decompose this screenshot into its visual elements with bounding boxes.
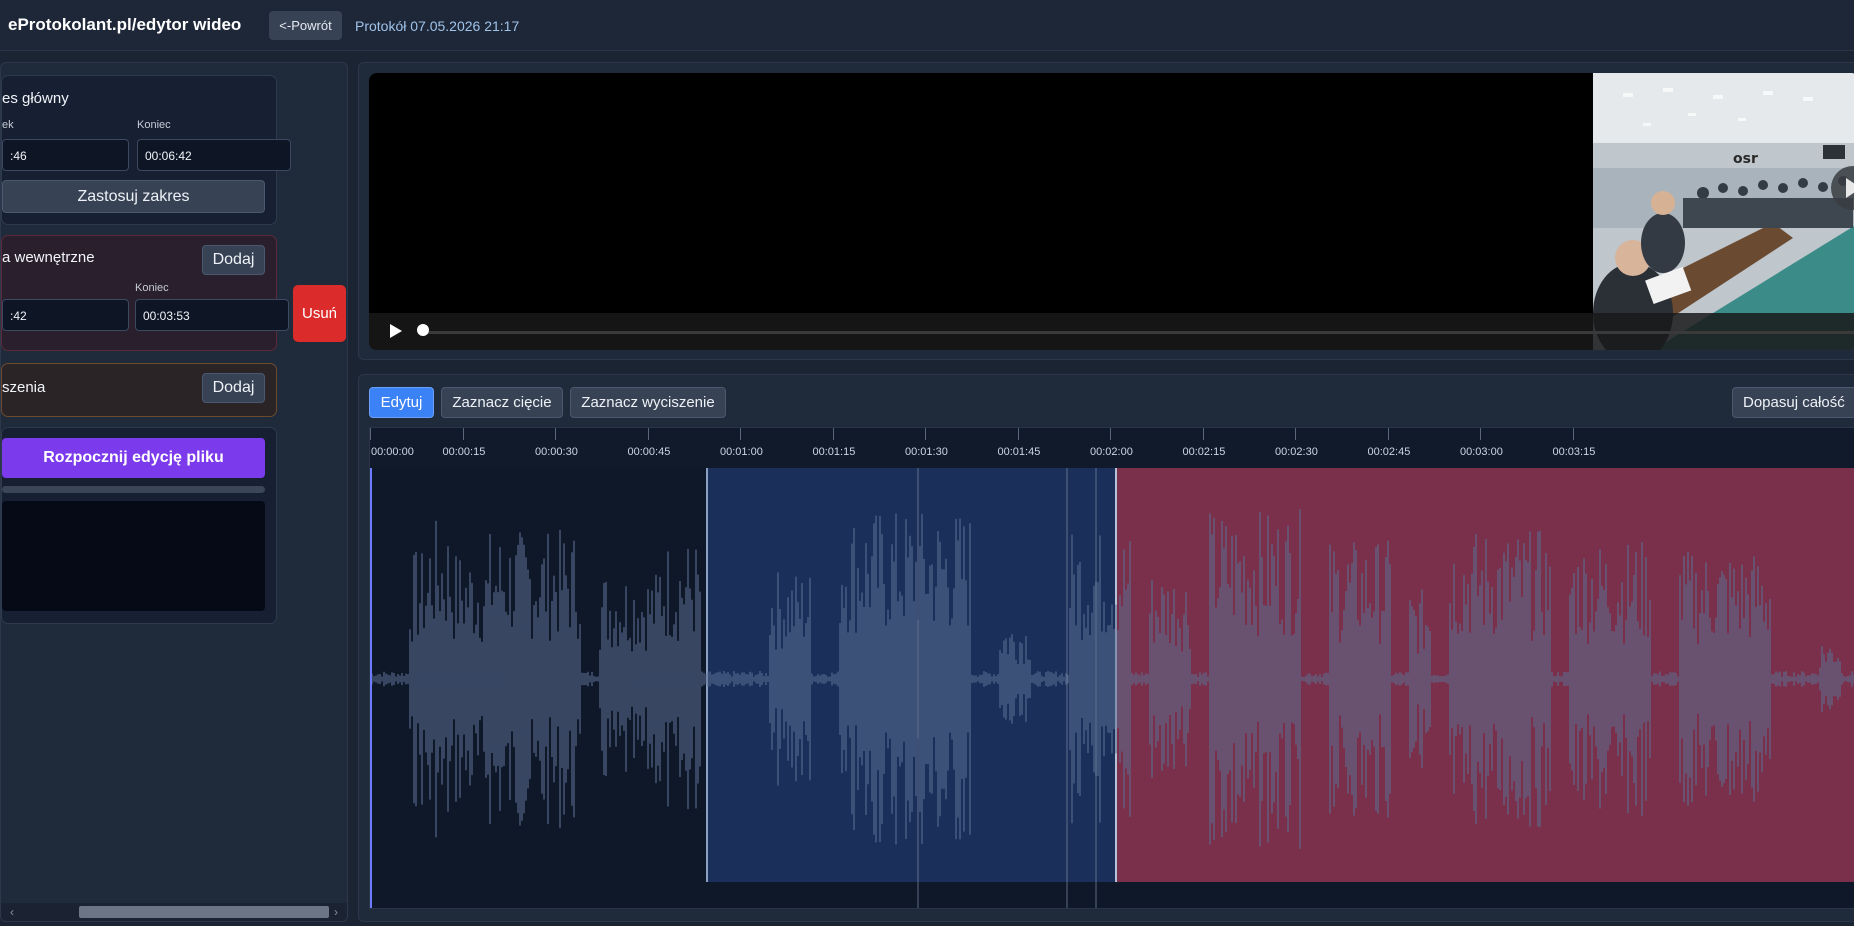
ruler-tick — [740, 428, 741, 440]
inner-cuts-title: a wewnętrzne — [2, 249, 95, 266]
main-range-title: es główny — [2, 90, 69, 107]
silences-card: szenia Dodaj — [1, 363, 277, 417]
seek-handle[interactable] — [417, 324, 429, 336]
video-player[interactable]: osr — [369, 73, 1854, 350]
ruler-tick — [1480, 428, 1481, 440]
playhead[interactable] — [370, 468, 372, 908]
ruler-tick — [925, 428, 926, 440]
add-cut-button[interactable]: Dodaj — [202, 245, 265, 275]
edit-progress-bar — [2, 486, 265, 493]
svg-text:osr: osr — [1733, 151, 1758, 167]
ruler-tick — [1017, 428, 1019, 440]
end-label: Koniec — [137, 119, 171, 131]
time-ruler[interactable]: 00:00:00 00:00:15 00:00:30 00:00:45 00:01:00… — [370, 428, 1854, 468]
fit-all-button[interactable]: Dopasuj całość — [1732, 387, 1854, 418]
ruler-tick — [462, 428, 464, 440]
ruler-tick-label: 00:02:45 — [1367, 446, 1411, 458]
top-bar: eProtokolant.pl/edytor wideo <-Powrót Pr… — [0, 0, 1854, 51]
ruler-tick-label: 00:02:00 — [1090, 446, 1133, 458]
video-panel: osr — [358, 62, 1854, 360]
ruler-tick-label: 00:03:00 — [1460, 446, 1503, 458]
inner-cuts-card: a wewnętrzne Dodaj Koniec :42 00:03:53 — [1, 235, 289, 351]
cut-end-input[interactable]: 00:03:53 — [135, 299, 289, 331]
ruler-tick-label: 00:00:00 — [371, 446, 414, 458]
start-edit-button[interactable]: Rozpocznij edycję pliku — [2, 438, 265, 478]
sidebar: es główny ek Koniec :46 00:06:42 Zastosu… — [0, 62, 348, 922]
main-range-card: es główny ek Koniec :46 00:06:42 Zastosu… — [1, 75, 291, 225]
ruler-tick — [555, 428, 556, 440]
ruler-tick-label: 00:01:00 — [720, 446, 763, 458]
delete-cut-button[interactable]: Usuń — [293, 285, 346, 342]
main-end-input[interactable]: 00:06:42 — [137, 139, 291, 171]
ruler-tick — [1572, 428, 1574, 440]
scroll-thumb[interactable] — [79, 906, 329, 918]
edit-mode-button[interactable]: Edytuj — [369, 387, 434, 418]
cut-start-input[interactable]: :42 — [2, 299, 129, 331]
play-icon[interactable] — [385, 321, 405, 341]
waveform-path — [370, 509, 1854, 849]
scroll-left-icon[interactable]: ‹ — [5, 903, 19, 921]
ruler-tick — [1295, 428, 1296, 440]
back-button[interactable]: <-Powrót — [269, 11, 342, 40]
apply-range-button[interactable]: Zastosuj zakres — [2, 180, 265, 213]
main-start-input[interactable]: :46 — [2, 139, 129, 171]
ruler-tick-label: 00:02:30 — [1275, 446, 1318, 458]
scroll-right-icon[interactable]: › — [329, 903, 343, 921]
ruler-tick-label: 00:01:45 — [997, 446, 1041, 458]
ruler-tick-label: 00:03:15 — [1552, 446, 1596, 458]
app-title: eProtokolant.pl/edytor wideo — [8, 15, 242, 34]
start-label: ek — [2, 119, 14, 131]
ruler-tick — [647, 428, 649, 440]
ruler-tick-label: 00:00:45 — [627, 446, 671, 458]
ruler-tick — [832, 428, 834, 440]
mark-silence-button[interactable]: Zaznacz wyciszenie — [570, 387, 726, 418]
ruler-tick-label: 00:01:15 — [812, 446, 856, 458]
silences-title: szenia — [2, 379, 46, 396]
video-frame: osr — [1593, 73, 1854, 350]
video-controls — [369, 313, 1854, 350]
ruler-tick — [1387, 428, 1389, 440]
start-edit-card: Rozpocznij edycję pliku — [1, 427, 277, 624]
waveform — [370, 428, 1854, 908]
add-silence-button[interactable]: Dodaj — [202, 373, 265, 403]
ruler-tick-label: 00:01:30 — [905, 446, 948, 458]
waveform-editor[interactable]: 00:00:00 00:00:15 00:00:30 00:00:45 00:01:00… — [369, 427, 1854, 909]
ruler-tick — [1202, 428, 1204, 440]
ruler-tick — [1110, 428, 1111, 440]
edit-log-box — [2, 501, 265, 611]
timeline-panel: Edytuj Zaznacz cięcie Zaznacz wyciszenie… — [358, 374, 1854, 922]
protocol-label: Protokół 07.05.2026 21:17 — [355, 18, 520, 34]
seek-bar[interactable] — [419, 331, 1854, 334]
sidebar-horizontal-scrollbar[interactable]: ‹ › — [1, 903, 347, 921]
ruler-tick-label: 00:00:30 — [535, 446, 578, 458]
ruler-tick-label: 00:02:15 — [1182, 446, 1226, 458]
ruler-tick-label: 00:00:15 — [442, 446, 486, 458]
ruler-tick — [370, 428, 371, 440]
cut-end-label: Koniec — [135, 282, 169, 294]
mark-cut-button[interactable]: Zaznacz cięcie — [441, 387, 563, 418]
